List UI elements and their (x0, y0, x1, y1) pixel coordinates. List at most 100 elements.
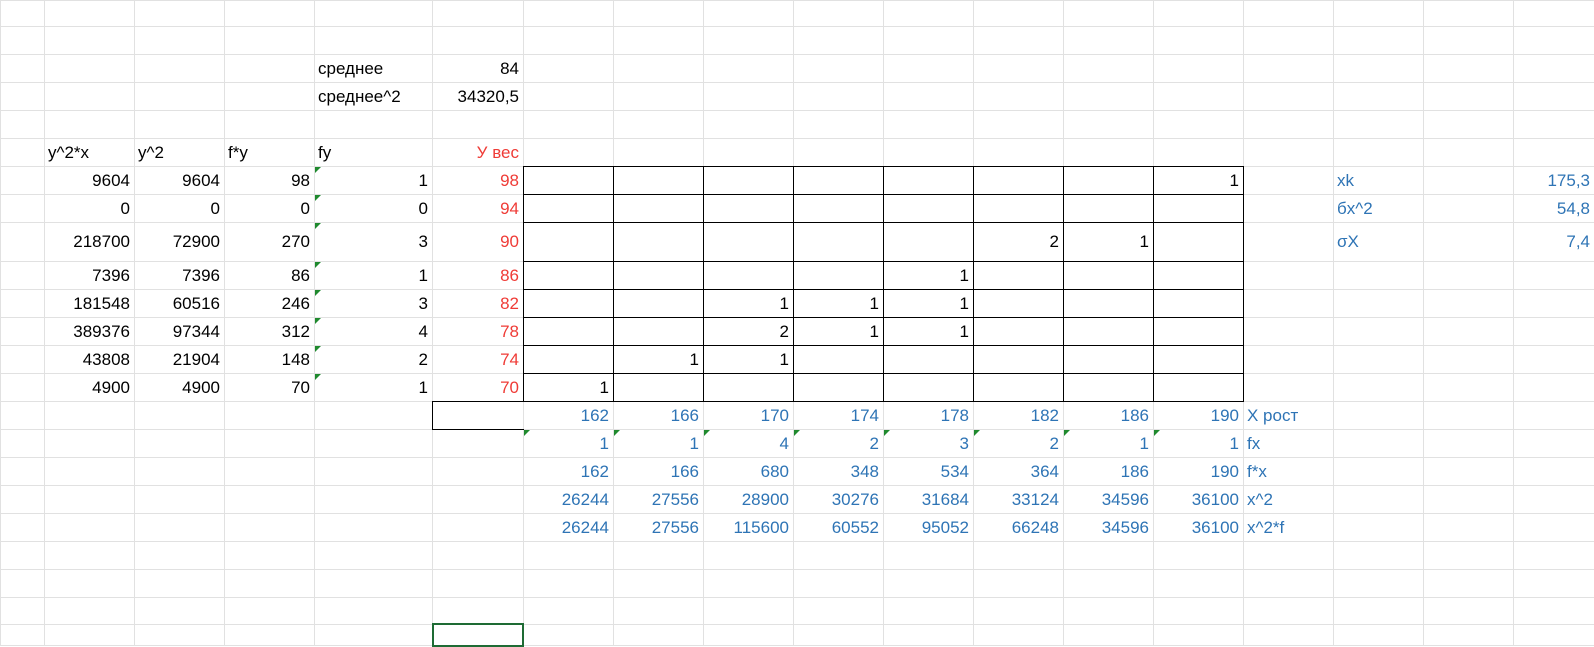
mean-value[interactable]: 84 (432, 54, 523, 82)
mean-squared-value[interactable]: 34320,5 (432, 82, 523, 110)
cell-y2x[interactable]: 181548 (44, 289, 134, 317)
x-value-cell[interactable]: 170 (703, 401, 793, 429)
cell-f-times-y[interactable]: 0 (224, 194, 314, 222)
cell-f-times-y[interactable]: 148 (224, 345, 314, 373)
cell-f-times-y[interactable]: 86 (224, 261, 314, 289)
frequency-cell[interactable] (793, 166, 883, 194)
frequency-cell[interactable] (883, 373, 973, 401)
x-value-cell[interactable]: 186 (1063, 401, 1153, 429)
frequency-cell[interactable] (613, 194, 703, 222)
x-value-cell[interactable]: 2 (793, 429, 883, 457)
cell-y-weight[interactable]: 86 (432, 261, 523, 289)
x-row-label[interactable]: x^2 (1243, 485, 1333, 513)
frequency-cell[interactable]: 1 (883, 261, 973, 289)
cell-f-times-y[interactable]: 98 (224, 166, 314, 194)
frequency-cell[interactable] (1063, 261, 1153, 289)
x-value-cell[interactable]: 190 (1153, 457, 1243, 485)
header-fy[interactable]: fy (314, 138, 432, 166)
cell-y2[interactable]: 0 (134, 194, 224, 222)
cell-fy[interactable]: 3 (314, 289, 432, 317)
x-value-cell[interactable]: 95052 (883, 513, 973, 541)
cell-y-weight[interactable]: 74 (432, 345, 523, 373)
cell-y2x[interactable]: 43808 (44, 345, 134, 373)
x-value-cell[interactable]: 4 (703, 429, 793, 457)
header-y-weight[interactable]: У вес (432, 138, 523, 166)
cell-fy[interactable]: 2 (314, 345, 432, 373)
cell-y-weight[interactable]: 90 (432, 222, 523, 261)
frequency-cell[interactable] (613, 261, 703, 289)
x-value-cell[interactable]: 60552 (793, 513, 883, 541)
x-value-cell[interactable]: 182 (973, 401, 1063, 429)
frequency-cell[interactable] (973, 194, 1063, 222)
cell-y2x[interactable]: 389376 (44, 317, 134, 345)
x-value-cell[interactable]: 162 (523, 457, 613, 485)
frequency-cell[interactable] (883, 222, 973, 261)
x-value-cell[interactable]: 26244 (523, 513, 613, 541)
cell-y2[interactable]: 4900 (134, 373, 224, 401)
frequency-cell[interactable] (523, 289, 613, 317)
selected-cell[interactable] (432, 623, 524, 647)
frequency-cell[interactable] (1153, 289, 1243, 317)
frequency-cell[interactable] (793, 194, 883, 222)
frequency-cell[interactable]: 2 (973, 222, 1063, 261)
frequency-cell[interactable]: 1 (523, 373, 613, 401)
cell-y-weight[interactable]: 82 (432, 289, 523, 317)
cell-y2[interactable]: 72900 (134, 222, 224, 261)
cell-y2x[interactable]: 9604 (44, 166, 134, 194)
frequency-cell[interactable] (703, 166, 793, 194)
x-value-cell[interactable]: 166 (613, 457, 703, 485)
cell-f-times-y[interactable]: 270 (224, 222, 314, 261)
x-value-cell[interactable]: 33124 (973, 485, 1063, 513)
frequency-cell[interactable] (973, 289, 1063, 317)
x-value-cell[interactable]: 166 (613, 401, 703, 429)
x-value-cell[interactable]: 348 (793, 457, 883, 485)
frequency-cell[interactable]: 1 (883, 289, 973, 317)
frequency-cell[interactable] (523, 166, 613, 194)
cell-y2x[interactable]: 4900 (44, 373, 134, 401)
frequency-cell[interactable] (1063, 345, 1153, 373)
x-value-cell[interactable]: 680 (703, 457, 793, 485)
cell-fy[interactable]: 4 (314, 317, 432, 345)
x-row-label[interactable]: f*x (1243, 457, 1333, 485)
frequency-cell[interactable] (1153, 194, 1243, 222)
cell-fy[interactable]: 1 (314, 166, 432, 194)
x-value-cell[interactable]: 28900 (703, 485, 793, 513)
frequency-cell[interactable] (703, 222, 793, 261)
mean-squared-label[interactable]: среднее^2 (314, 82, 432, 110)
cell-y2[interactable]: 60516 (134, 289, 224, 317)
x-value-cell[interactable]: 27556 (613, 513, 703, 541)
cell-f-times-y[interactable]: 312 (224, 317, 314, 345)
cell-y2x[interactable]: 7396 (44, 261, 134, 289)
frequency-cell[interactable]: 1 (1153, 166, 1243, 194)
frequency-cell[interactable] (1153, 373, 1243, 401)
frequency-cell[interactable] (973, 317, 1063, 345)
x-value-cell[interactable]: 178 (883, 401, 973, 429)
frequency-cell[interactable] (1063, 194, 1153, 222)
cell-y2x[interactable]: 218700 (44, 222, 134, 261)
x-value-cell[interactable]: 115600 (703, 513, 793, 541)
x-value-cell[interactable]: 66248 (973, 513, 1063, 541)
frequency-cell[interactable] (793, 345, 883, 373)
x-value-cell[interactable]: 30276 (793, 485, 883, 513)
frequency-cell[interactable] (703, 194, 793, 222)
frequency-cell[interactable] (793, 261, 883, 289)
stat-value[interactable]: 175,3 (1513, 166, 1594, 194)
frequency-cell[interactable] (613, 373, 703, 401)
frequency-cell[interactable]: 1 (703, 345, 793, 373)
spreadsheet-grid[interactable]: среднее 84 среднее^2 34320,5 y^2*x y^2 f*y fy У … (0, 0, 1594, 646)
cell-y2[interactable]: 21904 (134, 345, 224, 373)
stat-label[interactable]: бx^2 (1333, 194, 1423, 222)
frequency-cell[interactable]: 1 (793, 317, 883, 345)
x-value-cell[interactable]: 190 (1153, 401, 1243, 429)
frequency-cell[interactable] (973, 345, 1063, 373)
x-value-cell[interactable]: 186 (1063, 457, 1153, 485)
x-value-cell[interactable]: 162 (523, 401, 613, 429)
frequency-cell[interactable] (1063, 289, 1153, 317)
x-value-cell[interactable]: 34596 (1063, 485, 1153, 513)
x-value-cell[interactable]: 364 (973, 457, 1063, 485)
x-value-cell[interactable]: 3 (883, 429, 973, 457)
cell-y2[interactable]: 7396 (134, 261, 224, 289)
frequency-cell[interactable] (973, 261, 1063, 289)
frequency-cell[interactable] (613, 289, 703, 317)
frequency-cell[interactable] (523, 194, 613, 222)
